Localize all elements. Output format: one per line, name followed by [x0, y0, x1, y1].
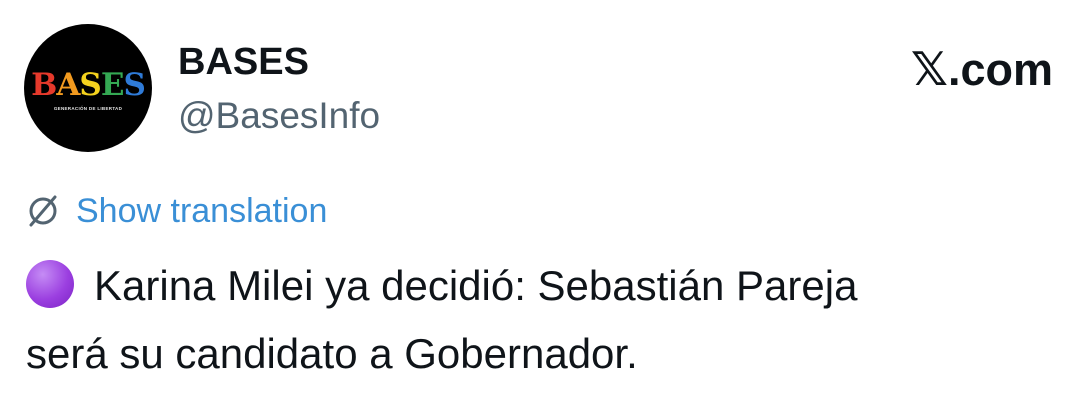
translate-globe-icon — [29, 195, 57, 227]
avatar-logo-text: BASES — [31, 67, 146, 103]
tweet-text-line-2: será su candidato a Gobernador. — [26, 330, 638, 377]
author-handle[interactable]: @BasesInfo — [178, 94, 380, 138]
tweet-text-line-1: Karina Milei ya decidió: Sebastián Parej… — [26, 252, 1056, 320]
author-display-name[interactable]: BASES — [178, 40, 309, 84]
show-translation-button[interactable]: Show translation — [26, 188, 327, 234]
x-logo-icon: 𝕏 — [910, 42, 948, 96]
tweet-card: BASES GENERACIÓN DE LIBERTAD BASES @Base… — [0, 0, 1083, 408]
x-com-label: 𝕏.com — [911, 44, 1053, 95]
avatar[interactable]: BASES GENERACIÓN DE LIBERTAD — [24, 24, 152, 152]
site-domain-suffix: .com — [947, 44, 1053, 95]
avatar-logo-subtext: GENERACIÓN DE LIBERTAD — [53, 106, 123, 111]
purple-circle-emoji — [26, 260, 74, 308]
tweet-text: Karina Milei ya decidió: Sebastián Parej… — [26, 252, 1056, 388]
tweet-line-1-text: Karina Milei ya decidió: Sebastián Parej… — [94, 262, 858, 309]
show-translation-label: Show translation — [76, 192, 328, 230]
